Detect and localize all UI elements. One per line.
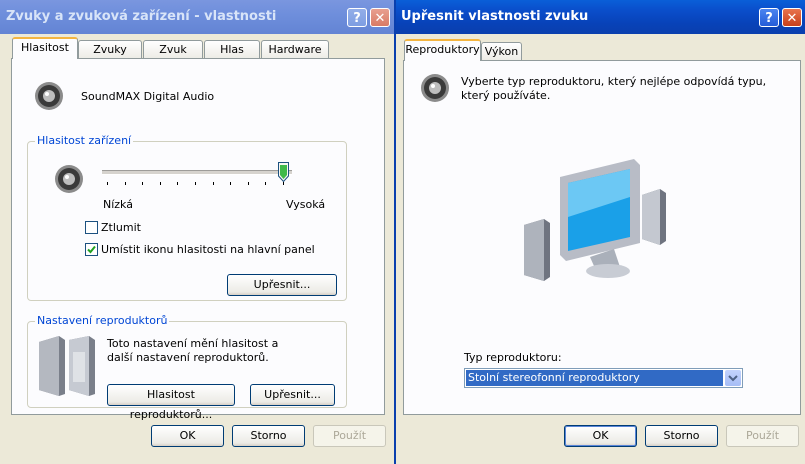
speaker-type-selected: Stolní stereofonní reproduktory (466, 370, 723, 386)
device-name: SoundMAX Digital Audio (81, 90, 215, 103)
left-apply-button[interactable]: Použít (313, 425, 386, 447)
right-close-button[interactable]: ✕ (782, 8, 802, 27)
left-tab-panel: SoundMAX Digital Audio Hlasitost zařízen… (11, 58, 385, 421)
speaker-advanced-button[interactable]: Upřesnit... (250, 384, 335, 406)
desktop-speakers-illustration (524, 159, 666, 281)
left-close-button[interactable]: ✕ (370, 8, 390, 27)
tab-hlas[interactable]: Hlas (204, 40, 260, 59)
left-ok-button[interactable]: OK (151, 425, 224, 447)
right-cancel-button[interactable]: Storno (645, 425, 718, 447)
slider-tick (283, 182, 284, 185)
slider-tick (125, 182, 126, 185)
volume-slider[interactable] (102, 160, 302, 190)
speakers-icon (39, 336, 95, 396)
right-help-button[interactable]: ? (759, 8, 779, 27)
right-ok-button[interactable]: OK (564, 425, 637, 447)
slider-ticks (102, 182, 292, 186)
tab-vykon[interactable]: Výkon (481, 42, 522, 61)
slider-tick (230, 182, 231, 185)
slider-tick (213, 182, 214, 185)
slider-tick (107, 182, 108, 185)
slider-thumb[interactable] (278, 162, 289, 183)
speaker-type-select[interactable]: Stolní stereofonní reproduktory (464, 368, 743, 388)
tab-reproduktory[interactable]: Reproduktory (404, 39, 481, 61)
mute-checkbox[interactable] (85, 221, 98, 234)
volume-speaker-icon (55, 165, 83, 193)
right-apply-button[interactable]: Použít (726, 425, 799, 447)
mute-label[interactable]: Ztlumit (101, 221, 141, 234)
slider-tick (248, 182, 249, 185)
speaker-type-label: Typ reproduktoru: (464, 351, 562, 364)
tray-icon-checkbox[interactable] (85, 243, 98, 256)
tab-hardware[interactable]: Hardware (261, 40, 329, 59)
speaker-icon (35, 82, 63, 110)
slider-tick (265, 182, 266, 185)
volume-low-label: Nízká (103, 198, 133, 211)
advanced-sound-window: Upřesnit vlastnosti zvuku ? ✕ Reprodukto… (394, 0, 805, 464)
device-volume-group: Hlasitost zařízení Nízká Vysoká Ztlumit (27, 134, 347, 301)
tab-hlasitost[interactable]: Hlasitost (12, 37, 78, 59)
chevron-down-icon[interactable] (725, 370, 741, 386)
volume-high-label: Vysoká (286, 198, 326, 211)
left-titlebar[interactable]: Zvuky a zvuková zařízení - vlastnosti ? … (0, 0, 394, 34)
tab-zvuk[interactable]: Zvuk (143, 40, 203, 59)
tray-icon-label[interactable]: Umístit ikonu hlasitosti na hlavní panel (101, 243, 315, 256)
speaker-volume-button[interactable]: Hlasitost reproduktorů... (107, 384, 235, 421)
right-titlebar[interactable]: Upřesnit vlastnosti zvuku ? ✕ (396, 0, 805, 34)
slider-track (102, 170, 292, 175)
slider-tick (160, 182, 161, 185)
sound-properties-window: Zvuky a zvuková zařízení - vlastnosti ? … (0, 0, 394, 464)
speaker-type-icon (421, 74, 449, 102)
tab-zvuky[interactable]: Zvuky (78, 40, 142, 59)
left-help-button[interactable]: ? (347, 8, 367, 27)
left-window-title: Zvuky a zvuková zařízení - vlastnosti (6, 9, 277, 24)
right-tab-panel: Vyberte typ reproduktoru, který nejlépe … (403, 60, 801, 415)
slider-tick (142, 182, 143, 185)
speaker-settings-group: Nastavení reproduktorů Toto nastavení mě… (27, 314, 347, 421)
right-window-title: Upřesnit vlastnosti zvuku (401, 9, 589, 24)
speaker-type-description: Vyberte typ reproduktoru, který nejlépe … (461, 75, 767, 102)
slider-tick (195, 182, 196, 185)
left-cancel-button[interactable]: Storno (232, 425, 305, 447)
device-volume-title: Hlasitost zařízení (35, 134, 134, 147)
device-advanced-button[interactable]: Upřesnit... (227, 274, 337, 296)
speaker-settings-title: Nastavení reproduktorů (35, 314, 170, 327)
speaker-settings-description: Toto nastavení mění hlasitost a další na… (107, 337, 279, 364)
slider-tick (177, 182, 178, 185)
